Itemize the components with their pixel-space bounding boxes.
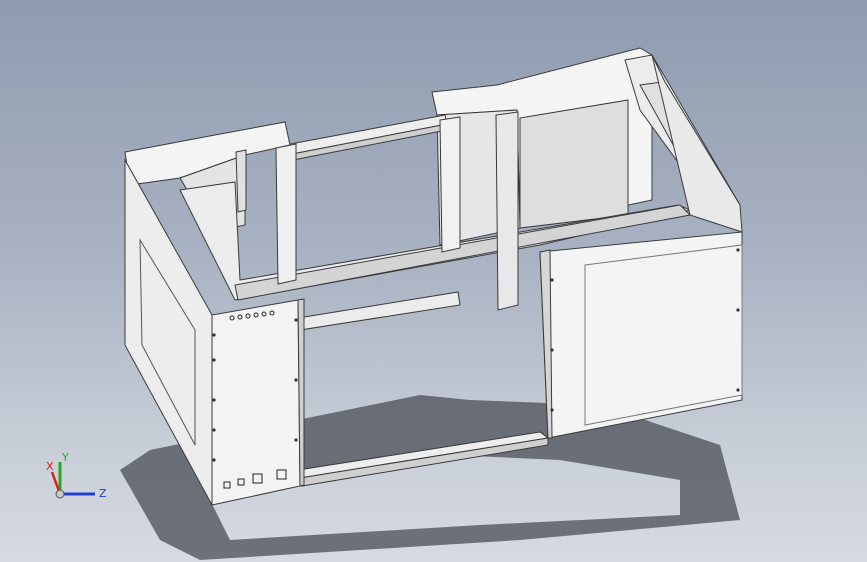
model-view[interactable] [0,0,867,562]
x-axis-label: X [46,460,54,473]
z-axis-label: Z [99,487,107,500]
y-axis-label: Y [61,451,69,464]
front-left-column [211,298,305,506]
front-middle-rail [297,291,461,331]
orientation-triad: X Y Z [46,451,107,500]
front-right-panel [539,231,743,439]
rear-top-rail [284,114,448,162]
cad-viewport[interactable]: X Y Z [0,0,867,562]
triad-origin [55,489,65,499]
